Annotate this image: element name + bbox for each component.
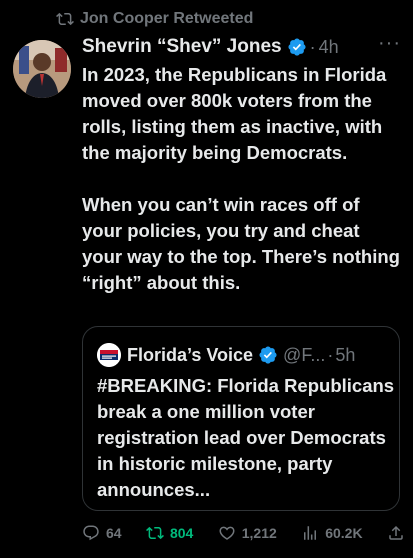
like-count: 1,212 <box>241 525 277 541</box>
reply-count: 64 <box>106 525 122 541</box>
like-button[interactable]: 1,212 <box>218 524 277 542</box>
quoted-verified-badge-icon[interactable] <box>258 345 278 365</box>
quoted-time[interactable]: 5h <box>335 345 355 366</box>
retweet-icon <box>146 526 164 540</box>
verified-badge-icon[interactable] <box>287 37 307 57</box>
action-bar: 64 804 1,212 60.2K <box>82 524 405 542</box>
reply-icon <box>83 525 99 541</box>
views-button[interactable]: 60.2K <box>301 524 363 542</box>
retweet-banner-text: Jon Cooper Retweeted <box>80 10 254 27</box>
tweet-time[interactable]: 4h <box>319 37 339 58</box>
retweet-banner[interactable]: Jon Cooper Retweeted <box>56 10 253 28</box>
retweet-icon <box>56 12 74 26</box>
display-name[interactable]: Shevrin “Shev” Jones <box>82 36 282 58</box>
views-chart-icon <box>304 526 317 540</box>
retweet-button[interactable]: 804 <box>146 524 193 542</box>
reply-button[interactable]: 64 <box>82 524 122 542</box>
quoted-tweet-header: Florida’s Voice @F... · 5h <box>97 343 389 367</box>
quoted-separator-dot: · <box>327 344 334 365</box>
heart-icon <box>219 526 235 540</box>
tweet-header: Shevrin “Shev” Jones · 4h ··· <box>82 33 401 61</box>
quoted-handle[interactable]: @F... <box>283 345 325 366</box>
avatar[interactable] <box>13 40 71 98</box>
floridas-voice-logo-icon <box>97 343 121 367</box>
more-options-button[interactable]: ··· <box>378 33 401 61</box>
quoted-tweet-text: #BREAKING: Florida Republicans break a o… <box>97 375 395 500</box>
quoted-tweet[interactable]: Florida’s Voice @F... · 5h #BREAKING: Fl… <box>82 326 400 511</box>
quoted-avatar[interactable] <box>97 343 121 367</box>
tweet-page: Jon Cooper Retweeted Shevrin “Shev” Jone… <box>0 0 413 558</box>
share-button[interactable] <box>387 524 405 542</box>
share-icon <box>389 525 403 540</box>
separator-dot: · <box>309 36 316 57</box>
tweet-text: In 2023, the Republicans in Florida move… <box>82 64 400 293</box>
quoted-display-name[interactable]: Florida’s Voice <box>127 345 253 366</box>
views-count: 60.2K <box>325 525 363 541</box>
avatar-photo <box>13 40 71 98</box>
retweet-count: 804 <box>169 525 194 541</box>
